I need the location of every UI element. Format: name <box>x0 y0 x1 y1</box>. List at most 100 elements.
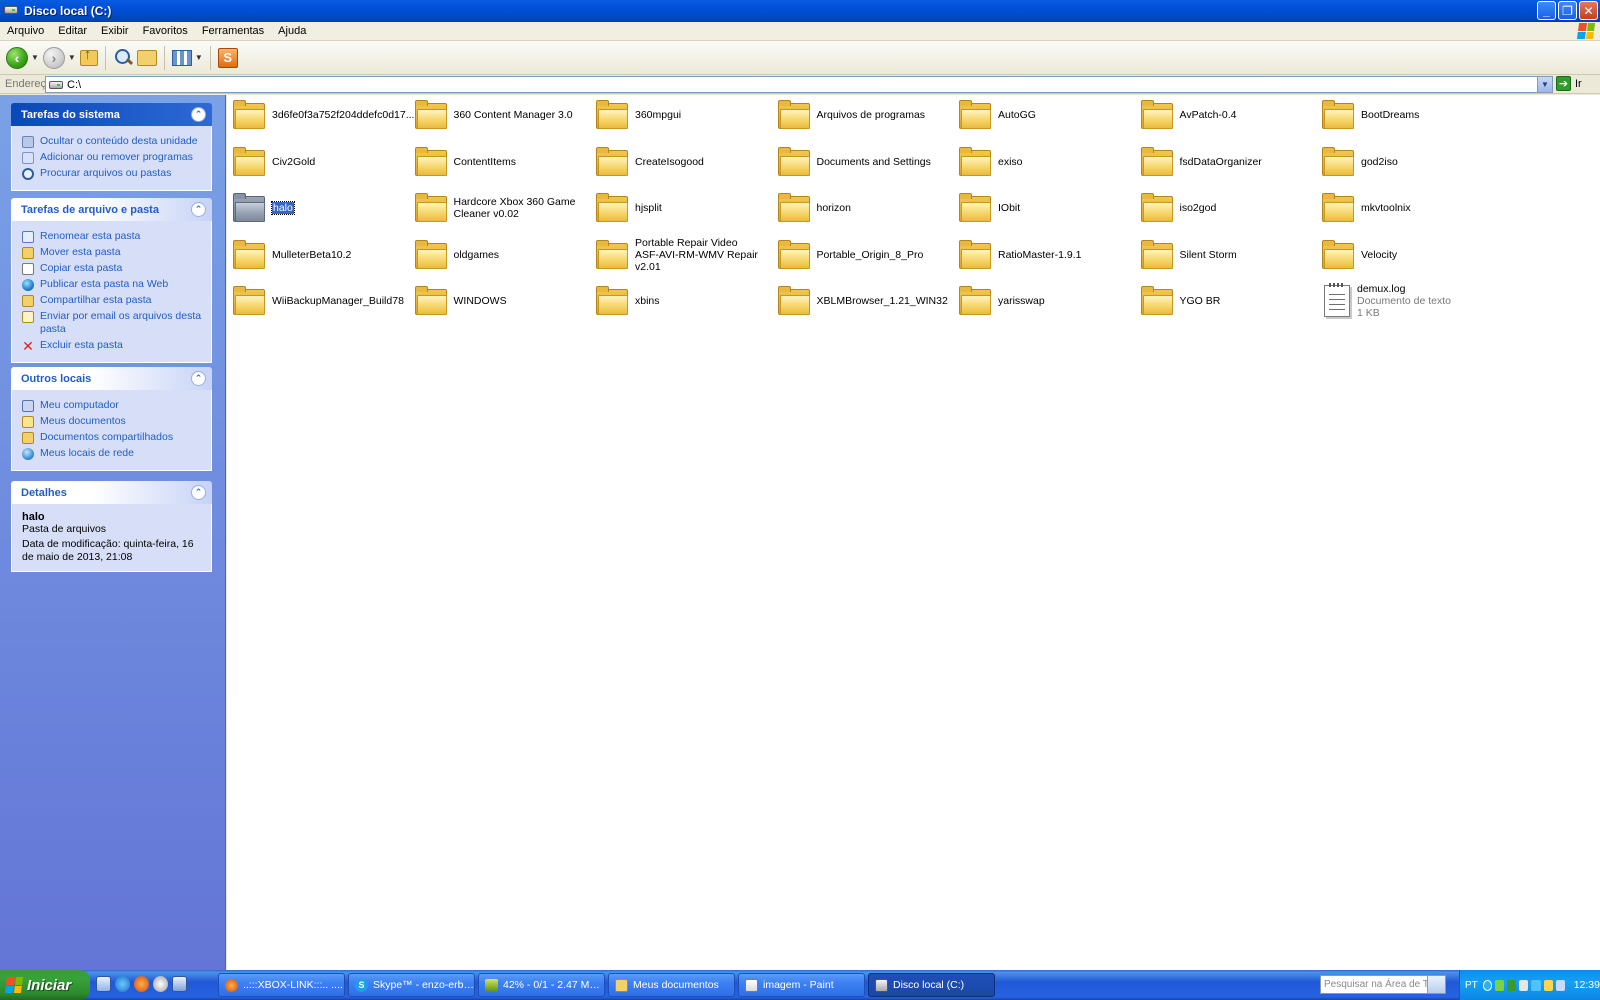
folder-item[interactable]: hjsplit <box>593 188 771 228</box>
task-hide-drive-contents[interactable]: Ocultar o conteúdo desta unidade <box>22 135 203 148</box>
folder-item[interactable]: Civ2Gold <box>230 142 408 182</box>
system-tasks-header[interactable]: Tarefas do sistema ⌃ <box>11 103 212 126</box>
folder-item[interactable]: halo <box>230 188 408 228</box>
folder-item[interactable]: RatioMaster-1.9.1 <box>956 235 1134 275</box>
forward-dropdown-icon[interactable]: ▼ <box>68 53 76 62</box>
address-dropdown-button[interactable]: ▼ <box>1537 77 1552 92</box>
folder-item[interactable]: CreateIsogood <box>593 142 771 182</box>
folder-item[interactable]: IObit <box>956 188 1134 228</box>
task-publish-web[interactable]: Publicar esta pasta na Web <box>22 278 203 291</box>
folder-item[interactable]: xbins <box>593 281 771 321</box>
menu-ferramentas[interactable]: Ferramentas <box>195 25 271 37</box>
folder-item[interactable]: oldgames <box>412 235 590 275</box>
views-dropdown-icon[interactable]: ▼ <box>195 53 203 62</box>
folder-item[interactable]: WiiBackupManager_Build78 <box>230 281 408 321</box>
folder-item[interactable]: Portable Repair Video ASF-AVI-RM-WMV Repa… <box>593 235 771 275</box>
menu-favoritos[interactable]: Favoritos <box>136 25 195 37</box>
back-button[interactable]: ‹ ▼ <box>6 44 39 72</box>
file-tasks-header[interactable]: Tarefas de arquivo e pasta ⌃ <box>11 198 212 221</box>
task-button-my-documents[interactable]: Meus documentos <box>608 973 735 997</box>
folder-item[interactable]: Documents and Settings <box>775 142 953 182</box>
task-search-files[interactable]: Procurar arquivos ou pastas <box>22 167 203 180</box>
task-button-torrent[interactable]: 42% - 0/1 - 2.47 MB/... <box>478 973 605 997</box>
collapse-chevron-icon[interactable]: ⌃ <box>191 202 206 217</box>
task-share-folder[interactable]: Compartilhar esta pasta <box>22 294 203 307</box>
firefox-icon[interactable] <box>134 976 149 992</box>
folder-item[interactable]: ContentItems <box>412 142 590 182</box>
search-icon[interactable] <box>1427 976 1445 993</box>
folder-item[interactable]: god2iso <box>1319 142 1497 182</box>
menu-editar[interactable]: Editar <box>51 25 94 37</box>
go-button[interactable]: ➔ Ir <box>1556 76 1582 91</box>
maximize-button[interactable]: ❐ <box>1558 1 1577 20</box>
file-item[interactable]: demux.log Documento de texto 1 KB <box>1319 281 1497 321</box>
folder-item[interactable]: horizon <box>775 188 953 228</box>
details-header[interactable]: Detalhes ⌃ <box>11 481 212 504</box>
close-button[interactable]: ✕ <box>1579 1 1598 20</box>
folder-item[interactable]: iso2god <box>1138 188 1316 228</box>
place-network[interactable]: Meus locais de rede <box>22 447 203 460</box>
task-rename-folder[interactable]: Renomear esta pasta <box>22 230 203 243</box>
task-button-paint[interactable]: imagem - Paint <box>738 973 865 997</box>
folder-item[interactable]: WINDOWS <box>412 281 590 321</box>
folder-item[interactable]: 360 Content Manager 3.0 <box>412 95 590 135</box>
back-dropdown-icon[interactable]: ▼ <box>31 53 39 62</box>
other-places-header[interactable]: Outros locais ⌃ <box>11 367 212 390</box>
folders-button[interactable] <box>136 44 157 72</box>
folder-item[interactable]: exiso <box>956 142 1134 182</box>
task-button-firefox[interactable]: ..:::XBOX-LINK:::.. .... <box>218 973 345 997</box>
views-button[interactable]: ▼ <box>171 44 203 72</box>
task-button-local-disk[interactable]: Disco local (C:) <box>868 973 995 997</box>
folder-item[interactable]: XBLMBrowser_1.21_WIN32 <box>775 281 953 321</box>
menu-ajuda[interactable]: Ajuda <box>271 25 313 37</box>
address-value[interactable]: C:\ <box>67 79 81 91</box>
folder-item[interactable]: MulleterBeta10.2 <box>230 235 408 275</box>
folder-item[interactable]: Arquivos de programas <box>775 95 953 135</box>
back-arrow-tray-icon[interactable] <box>1482 979 1493 991</box>
tray-app-icon[interactable] <box>1495 979 1505 991</box>
menu-arquivo[interactable]: Arquivo <box>0 25 51 37</box>
s-app-button[interactable]: S <box>217 44 238 72</box>
address-input[interactable]: C:\ ▼ <box>45 76 1553 93</box>
folder-item[interactable]: fsdDataOrganizer <box>1138 142 1316 182</box>
collapse-chevron-icon[interactable]: ⌃ <box>191 371 206 386</box>
media-player-icon[interactable] <box>153 976 168 992</box>
folder-item[interactable]: Silent Storm <box>1138 235 1316 275</box>
collapse-chevron-icon[interactable]: ⌃ <box>191 485 206 500</box>
start-button[interactable]: Iniciar <box>0 970 90 1000</box>
place-shared-documents[interactable]: Documentos compartilhados <box>22 431 203 444</box>
folder-item[interactable]: Portable_Origin_8_Pro <box>775 235 953 275</box>
tray-app-icon[interactable] <box>1543 979 1553 991</box>
language-indicator[interactable]: PT <box>1465 980 1478 991</box>
internet-explorer-icon[interactable] <box>115 976 130 992</box>
task-copy-folder[interactable]: Copiar esta pasta <box>22 262 203 275</box>
folder-item[interactable]: YGO BR <box>1138 281 1316 321</box>
network-tray-icon[interactable] <box>1519 979 1529 991</box>
forward-button[interactable]: › ▼ <box>42 44 76 72</box>
place-my-computer[interactable]: Meu computador <box>22 399 203 412</box>
tray-app-icon[interactable] <box>1507 979 1517 991</box>
folder-item[interactable]: 3d6fe0f3a752f204ddefc0d17... <box>230 95 414 135</box>
desktop-search-input[interactable]: Pesquisar na Área de Trab <box>1320 975 1446 994</box>
tray-app-icon[interactable] <box>1531 979 1541 991</box>
search-button[interactable] <box>113 44 133 72</box>
task-button-skype[interactable]: S Skype™ - enzo-erbist... <box>348 973 475 997</box>
show-desktop-icon[interactable] <box>96 976 111 992</box>
folder-item[interactable]: BootDreams <box>1319 95 1497 135</box>
menu-exibir[interactable]: Exibir <box>94 25 136 37</box>
up-button[interactable] <box>79 44 98 72</box>
folder-item[interactable]: Velocity <box>1319 235 1497 275</box>
place-my-documents[interactable]: Meus documentos <box>22 415 203 428</box>
task-add-remove-programs[interactable]: Adicionar ou remover programas <box>22 151 203 164</box>
volume-tray-icon[interactable] <box>1555 979 1565 991</box>
window-switcher-icon[interactable] <box>172 976 187 992</box>
task-email-files[interactable]: Enviar por email os arquivos desta pasta <box>22 310 203 336</box>
folder-item[interactable]: AvPatch-0.4 <box>1138 95 1316 135</box>
folder-item[interactable]: Hardcore Xbox 360 Game Cleaner v0.02 <box>412 188 590 228</box>
folder-item[interactable]: 360mpgui <box>593 95 771 135</box>
task-move-folder[interactable]: Mover esta pasta <box>22 246 203 259</box>
folder-item[interactable]: yarisswap <box>956 281 1134 321</box>
minimize-button[interactable]: _ <box>1537 1 1556 20</box>
folder-item[interactable]: AutoGG <box>956 95 1134 135</box>
task-delete-folder[interactable]: ✕ Excluir esta pasta <box>22 339 203 353</box>
